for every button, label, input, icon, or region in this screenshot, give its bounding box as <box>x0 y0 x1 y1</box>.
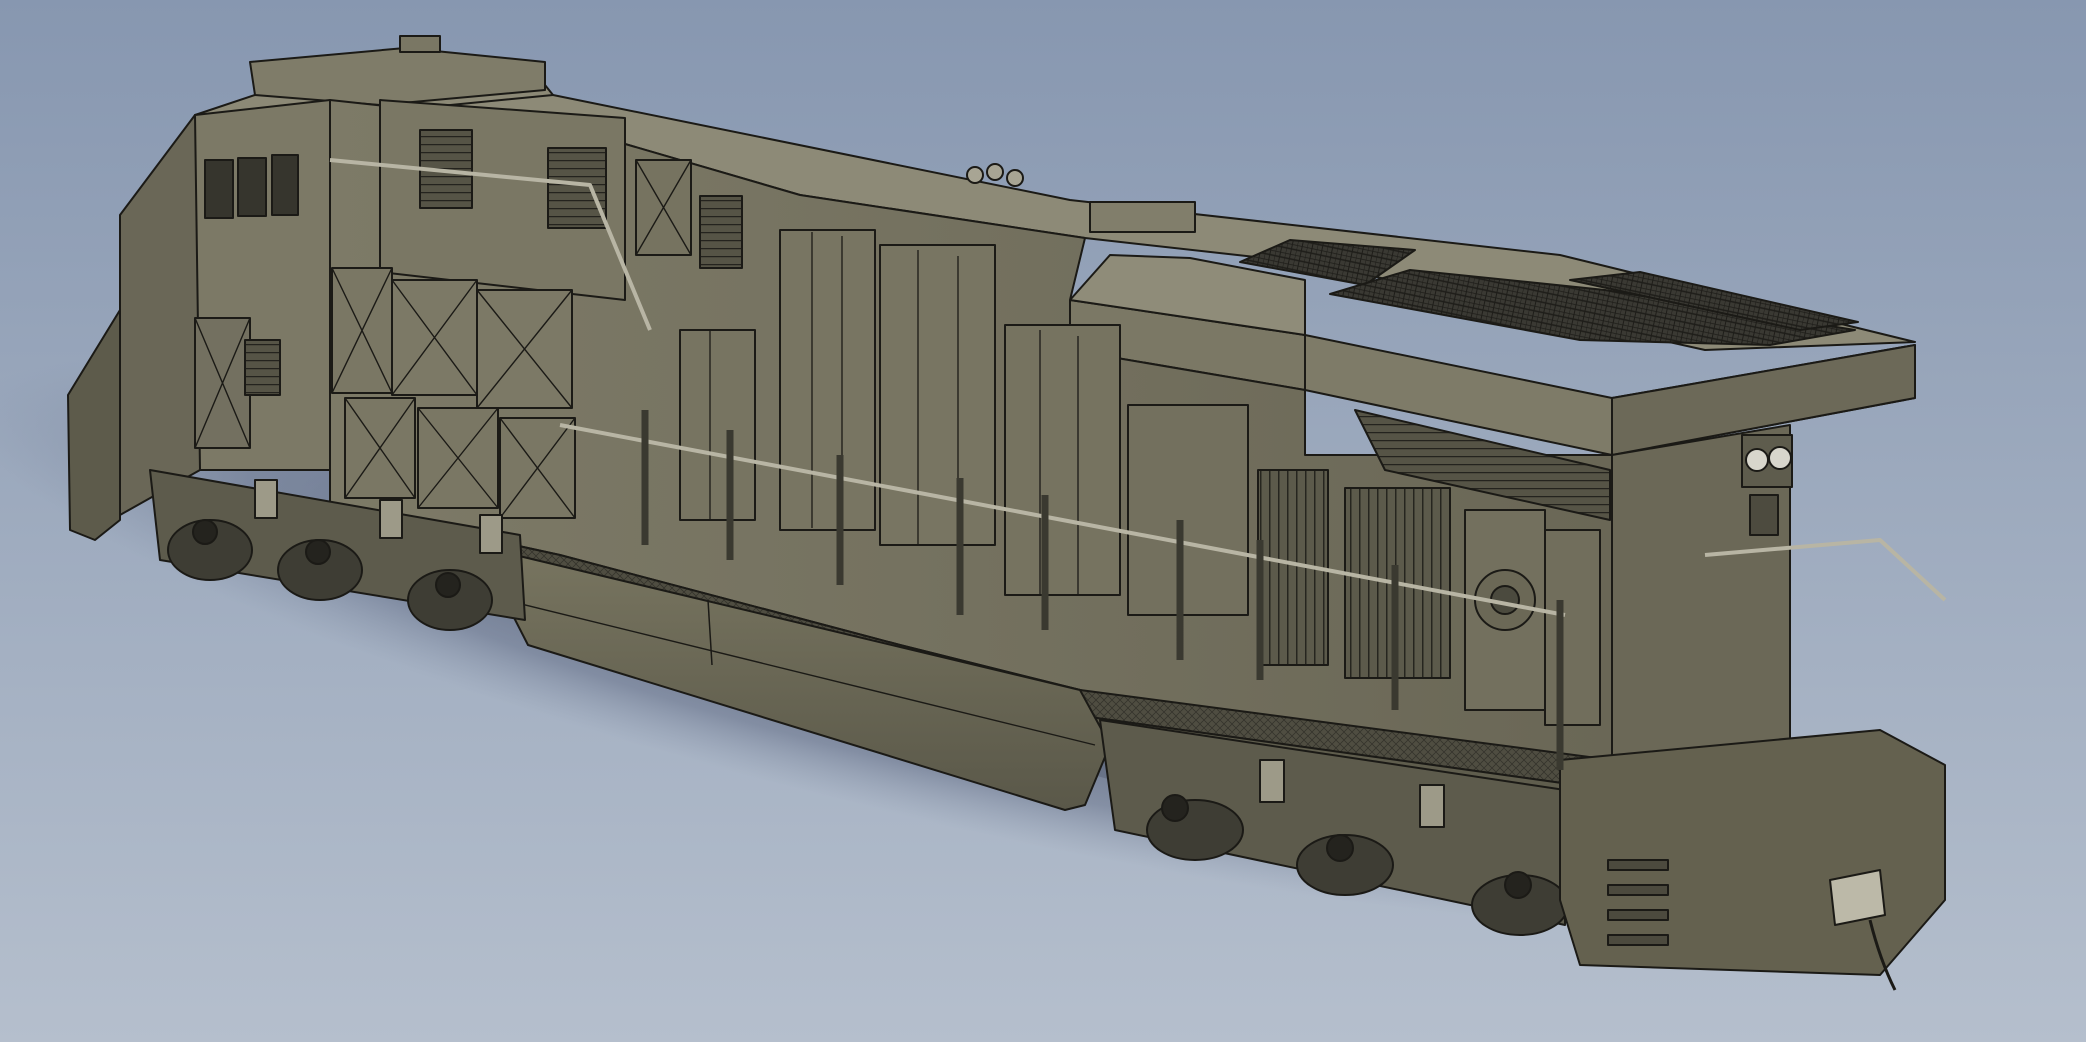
cab-window-2 <box>237 157 267 217</box>
upper-louver-4 <box>699 195 743 269</box>
roof-hatch <box>1089 201 1196 233</box>
headlight-icon <box>1745 448 1769 472</box>
engine-door-4 <box>1004 324 1121 596</box>
rear-panel-3 <box>1544 529 1601 726</box>
rear-door <box>1749 494 1779 536</box>
cab-window-1 <box>204 159 234 219</box>
upper-louver-2 <box>547 147 607 229</box>
cab-louver <box>244 339 281 396</box>
locomotive-render <box>0 0 2086 1042</box>
cad-viewport[interactable] <box>0 0 2086 1042</box>
coupler-icon <box>1829 869 1886 926</box>
cab-roof-ac <box>399 35 441 53</box>
rear-panel-1 <box>1127 404 1249 616</box>
headlight-icon-2 <box>1768 446 1792 470</box>
engine-door-1 <box>679 329 756 521</box>
engine-door-3 <box>879 244 996 546</box>
engine-door-2 <box>779 229 876 531</box>
cab-window-3 <box>271 154 299 216</box>
